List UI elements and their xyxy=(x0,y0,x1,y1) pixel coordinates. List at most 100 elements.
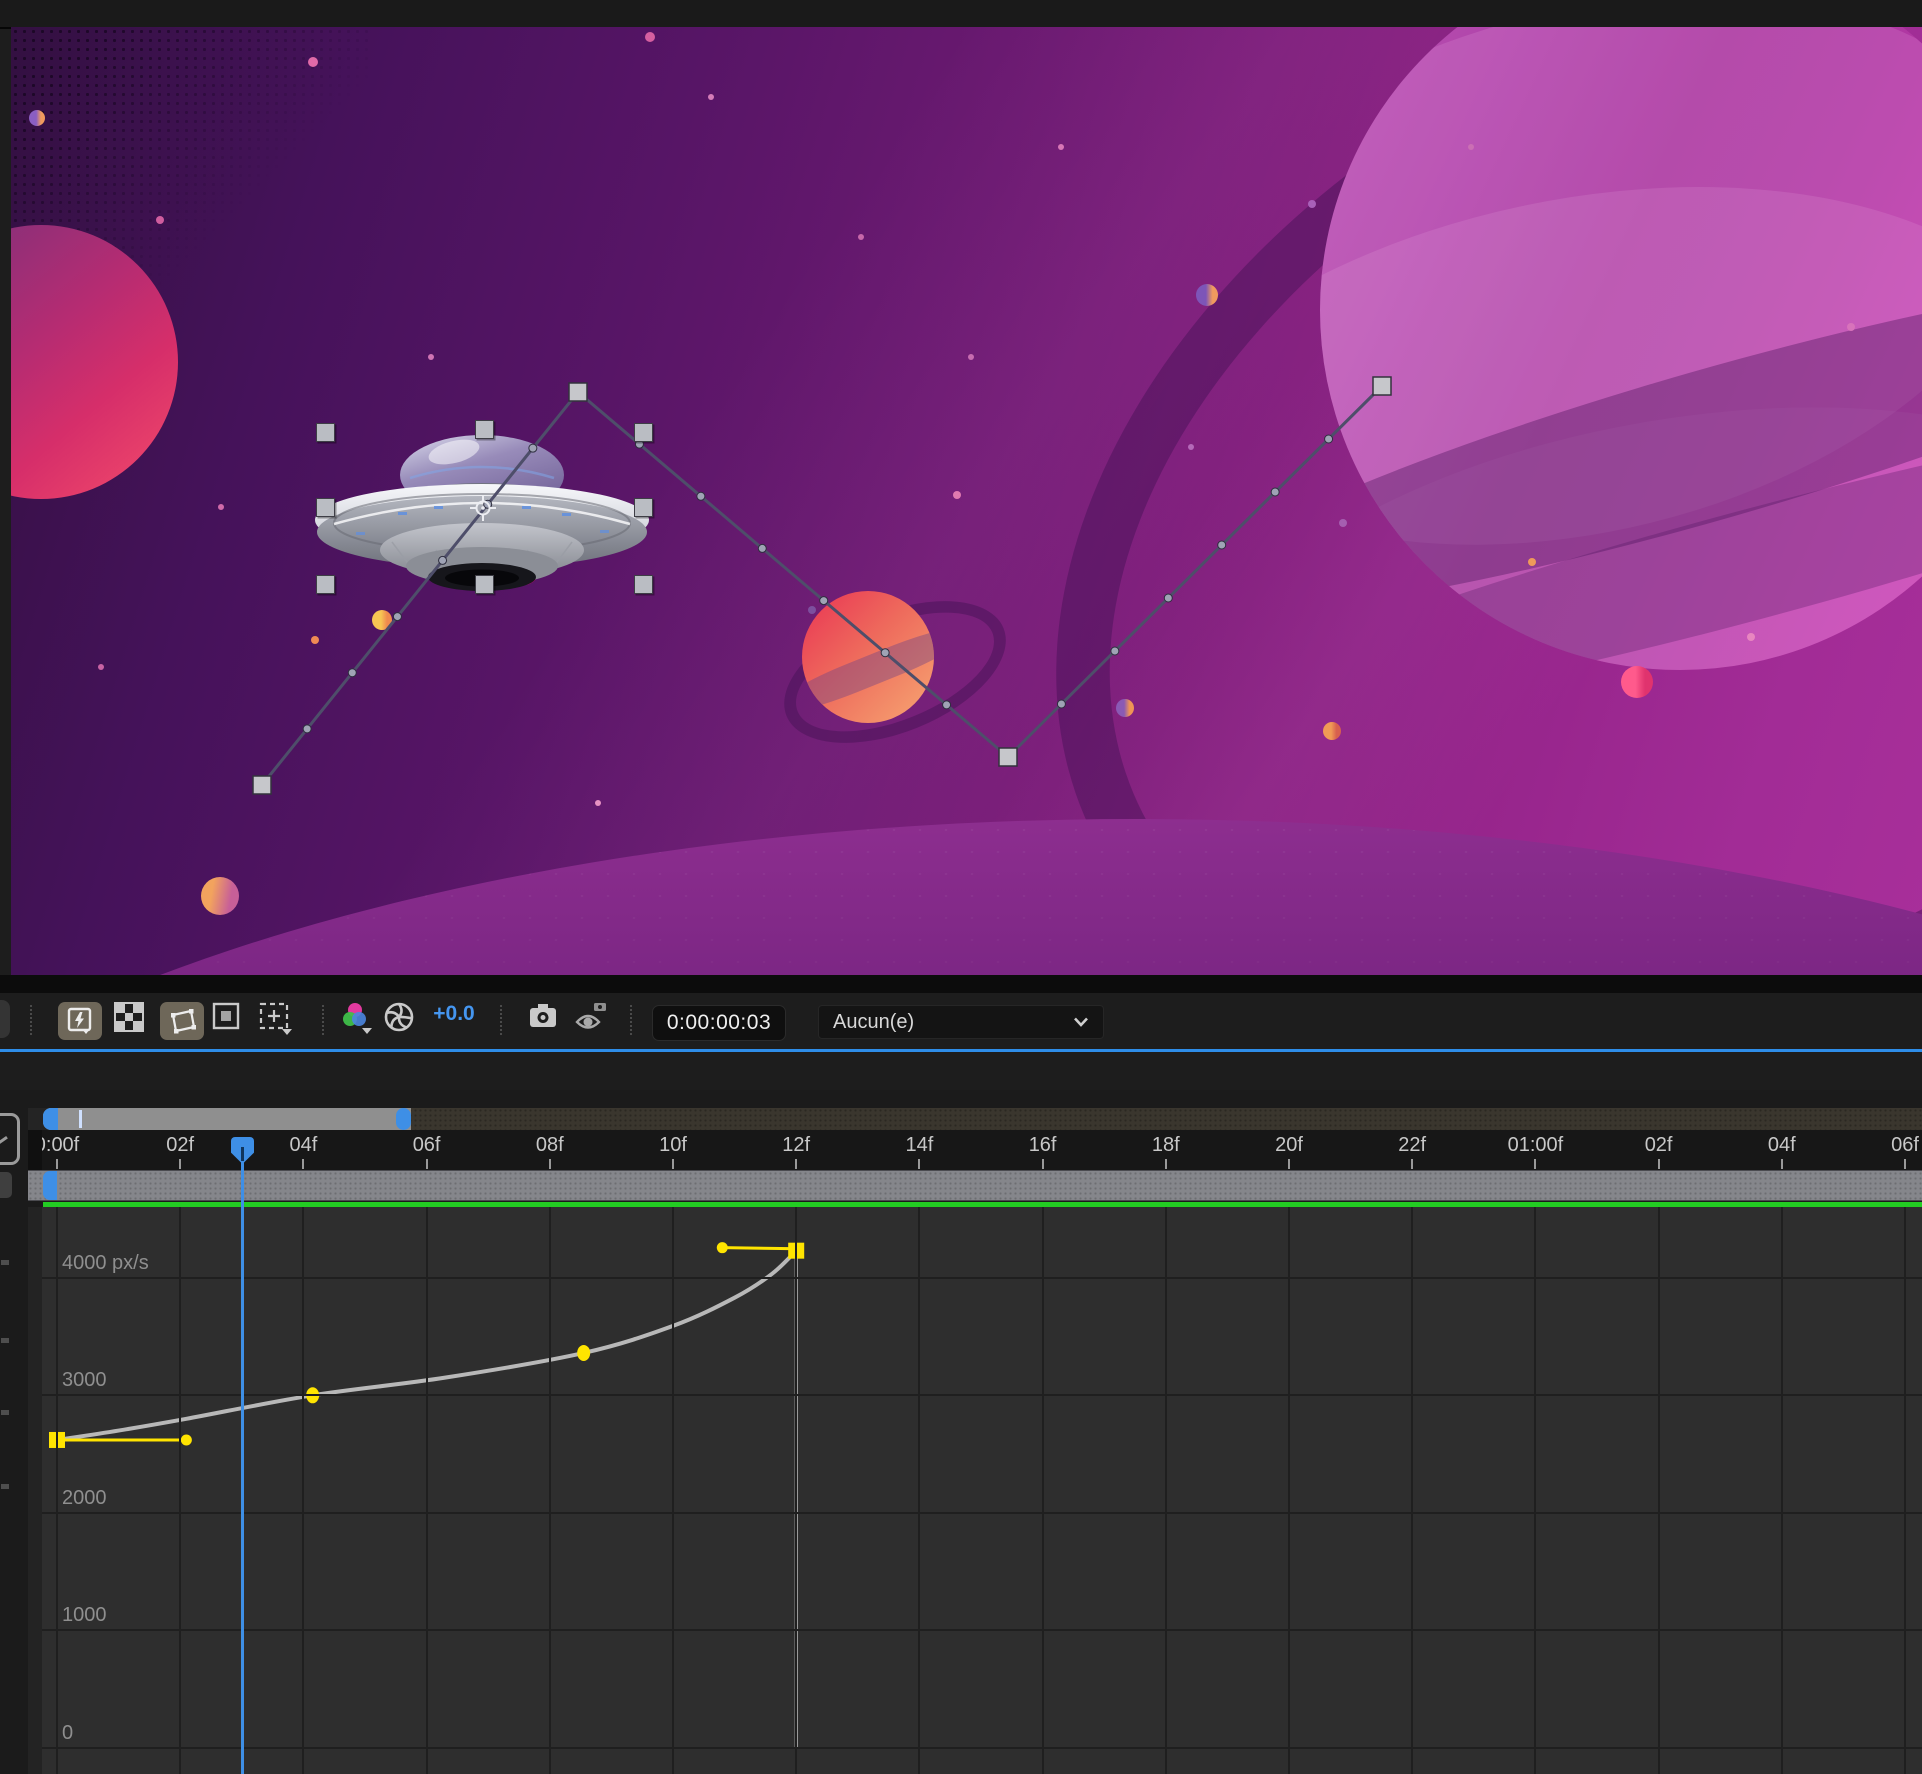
motion-path-frame-dot xyxy=(697,492,705,500)
toolbar-separator xyxy=(630,1005,632,1035)
playhead-line[interactable] xyxy=(241,1162,244,1774)
timeline-panel: 0:00f02f04f06f08f10f12f14f16f18f20f22f01… xyxy=(0,1090,1922,1774)
ruler-label: 12f xyxy=(782,1134,810,1157)
motion-path-frame-dot xyxy=(1111,647,1119,655)
timecode-value: 0:00:00:03 xyxy=(667,1011,771,1035)
fast-preview-button[interactable] xyxy=(58,1002,102,1040)
exposure-field[interactable]: +0.0 xyxy=(428,1002,480,1026)
ruler-tick xyxy=(1288,1159,1290,1169)
selection-handle-top-left[interactable] xyxy=(316,423,335,442)
timecode-field[interactable]: 0:00:00:03 xyxy=(652,1005,786,1041)
selection-handle-bottom-center[interactable] xyxy=(475,575,494,594)
motion-path-vertex[interactable] xyxy=(999,748,1017,766)
mask-visibility-icon xyxy=(168,1008,196,1034)
region-of-interest-button[interactable] xyxy=(212,1002,240,1030)
ruler-label: 06f xyxy=(413,1134,441,1157)
ruler-label: 20f xyxy=(1275,1134,1303,1157)
motion-path-vertex[interactable] xyxy=(569,383,587,401)
grid-line-vertical xyxy=(1288,1207,1290,1774)
ruler-label: 22f xyxy=(1398,1134,1426,1157)
ruler-label: 0:00f xyxy=(42,1134,79,1157)
selection-handle-mid-right[interactable] xyxy=(634,498,653,517)
zoom-handle-right[interactable] xyxy=(396,1108,411,1130)
grid-line-vertical xyxy=(1781,1207,1783,1774)
preview-dropdown[interactable]: Aucun(e) xyxy=(818,1005,1104,1039)
selection-handle-bottom-left[interactable] xyxy=(316,575,335,594)
selection-handle-top-center[interactable] xyxy=(475,420,494,439)
grid-line-vertical xyxy=(302,1207,304,1774)
snapshot-camera-icon xyxy=(528,1002,558,1030)
comp-mini-icon xyxy=(0,1113,20,1165)
graph-y-label: 4000 px/s xyxy=(62,1252,149,1275)
ruler-tick xyxy=(549,1159,551,1169)
ruler-tick xyxy=(1904,1159,1906,1169)
ruler-tick xyxy=(179,1159,181,1169)
clipped-icon-fragment xyxy=(0,1172,12,1198)
motion-path-frame-dot xyxy=(439,556,447,564)
toolbar-separator xyxy=(500,1005,502,1035)
roving-keyframe[interactable] xyxy=(577,1345,590,1361)
handle-dot[interactable] xyxy=(717,1242,728,1253)
work-area-bar[interactable] xyxy=(28,1170,1922,1201)
ruler-label: 08f xyxy=(536,1134,564,1157)
timeline-zoom-scrollbar[interactable] xyxy=(28,1108,1922,1130)
ruler-tick xyxy=(1042,1159,1044,1169)
ruler-label: 14f xyxy=(905,1134,933,1157)
ruler-tick xyxy=(1411,1159,1413,1169)
ruler-label: 04f xyxy=(289,1134,317,1157)
anchor-point-icon[interactable] xyxy=(470,495,496,521)
grid-line-vertical xyxy=(795,1207,797,1774)
motion-path-line xyxy=(262,386,1382,785)
grid-line-horizontal xyxy=(42,1747,1922,1749)
selection-handle-bottom-right[interactable] xyxy=(634,575,653,594)
graph-y-label: 0 xyxy=(62,1722,73,1745)
handle-dot[interactable] xyxy=(181,1434,192,1445)
grid-line-vertical xyxy=(1042,1207,1044,1774)
motion-path-frame-dot xyxy=(820,597,828,605)
take-snapshot-button[interactable] xyxy=(528,1002,558,1030)
channel-settings-button[interactable] xyxy=(340,1002,376,1036)
time-ruler[interactable]: 0:00f02f04f06f08f10f12f14f16f18f20f22f01… xyxy=(42,1130,1922,1171)
fast-preview-icon xyxy=(67,1007,93,1035)
ruler-tick xyxy=(795,1159,797,1169)
ruler-tick xyxy=(426,1159,428,1169)
zoom-handle-left[interactable] xyxy=(43,1108,58,1130)
grid-line-horizontal xyxy=(42,1512,1922,1514)
work-area-start-handle[interactable] xyxy=(43,1171,57,1200)
clipped-button-fragment xyxy=(0,1000,10,1038)
grid-line-horizontal xyxy=(42,1394,1922,1396)
exposure-value[interactable]: +0.0 xyxy=(433,1002,474,1026)
transparency-grid-button[interactable] xyxy=(114,1002,144,1032)
ruler-tick xyxy=(302,1159,304,1169)
mask-visibility-button[interactable] xyxy=(160,1002,204,1040)
graph-editor[interactable]: 4000 px/s3000200010000 xyxy=(42,1207,1922,1774)
viewer-bottom-gap xyxy=(0,975,1922,993)
selection-handle-top-right[interactable] xyxy=(634,423,653,442)
composition-viewer[interactable] xyxy=(11,27,1922,975)
ruler-tick xyxy=(56,1159,58,1169)
chevron-down-icon xyxy=(1073,1017,1089,1027)
zoom-active-region[interactable] xyxy=(43,1108,411,1130)
motion-path-frame-dot xyxy=(393,613,401,621)
reset-exposure-button[interactable] xyxy=(384,1002,414,1032)
motion-path-vertex[interactable] xyxy=(1373,377,1391,395)
grid-line-vertical xyxy=(179,1207,181,1774)
graph-y-label: 2000 xyxy=(62,1487,107,1510)
selection-handle-mid-left[interactable] xyxy=(316,498,335,517)
show-snapshot-button[interactable] xyxy=(574,1002,608,1034)
motion-path-frame-dot xyxy=(1057,700,1065,708)
exposure-reset-icon xyxy=(384,1002,414,1032)
ruler-label: 06f xyxy=(1891,1134,1919,1157)
preview-dropdown-value: Aucun(e) xyxy=(833,1011,914,1034)
timeline-left-gutter xyxy=(0,1090,28,1774)
grid-line-vertical xyxy=(1658,1207,1660,1774)
grid-line-vertical xyxy=(918,1207,920,1774)
motion-path-frame-dot xyxy=(1325,435,1333,443)
show-snapshot-icon xyxy=(574,1002,608,1034)
grid-guides-options-button[interactable] xyxy=(258,1002,294,1036)
motion-path-frame-dot xyxy=(303,725,311,733)
motion-path-vertex[interactable] xyxy=(253,776,271,794)
grid-line-vertical xyxy=(1165,1207,1167,1774)
ruler-tick xyxy=(918,1159,920,1169)
ruler-label: 10f xyxy=(659,1134,687,1157)
